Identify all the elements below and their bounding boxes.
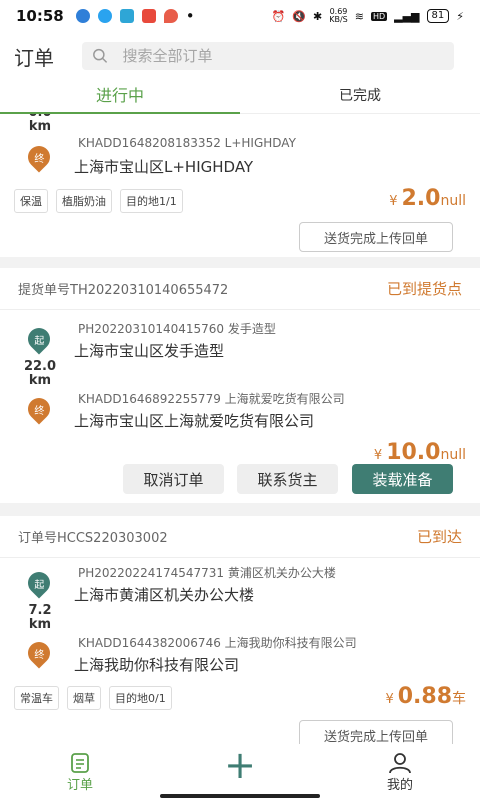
card-header: 提货单号TH20220310140655472 已到提货点 <box>0 268 480 310</box>
tab-in-progress[interactable]: 进行中 <box>0 80 240 114</box>
destination-code: KHADD1648208183352 L+HIGHDAY <box>78 136 296 150</box>
mute-icon: 🔇 <box>292 9 306 23</box>
status-badge: 已到提货点 <box>386 280 462 298</box>
signal-icon: ▂▄▆ <box>394 9 420 23</box>
origin-code: PH20220224174547731 黄浦区机关办公大楼 <box>78 566 336 580</box>
video-icon <box>141 9 156 23</box>
tag: 目的地1/1 <box>120 189 183 213</box>
origin-code: PH20220310140415760 发手造型 <box>78 322 276 336</box>
origin-pin-icon: 起 <box>23 567 55 599</box>
plus-icon: + <box>224 743 256 787</box>
origin-address: 上海市黄浦区机关办公大楼 <box>74 586 255 604</box>
nav-add[interactable]: + <box>160 744 320 800</box>
upload-receipt-button[interactable]: 送货完成上传回单 <box>299 720 453 744</box>
destination-pin-icon: 终 <box>23 637 55 669</box>
search-bar[interactable] <box>82 42 454 70</box>
upload-receipt-button[interactable]: 送货完成上传回单 <box>299 222 453 252</box>
pickup-number: 提货单号TH20220310140655472 <box>18 283 229 298</box>
nav-orders[interactable]: 订单 <box>0 744 160 800</box>
alarm-icon: ⏰ <box>271 9 286 23</box>
order-card[interactable]: 0.0 km 终 KHADD1648208183352 L+HIGHDAY 上海… <box>0 114 480 257</box>
destination-code: KHADD1644382006746 上海我助你科技有限公司 <box>78 636 357 650</box>
card-header: 订单号HCCS220303002 已到达 <box>0 516 480 558</box>
page-title: 订单 <box>14 45 54 70</box>
telegram-icon <box>119 9 134 23</box>
bottom-nav: 订单 + 我的 <box>0 744 480 800</box>
search-input[interactable] <box>122 47 444 65</box>
tag-list: 保温 植脂奶油 目的地1/1 <box>14 189 183 213</box>
charging-icon: ⚡ <box>456 9 464 23</box>
destination-pin-icon: 终 <box>23 393 55 425</box>
tag-list: 常温车 烟草 目的地0/1 <box>14 686 172 710</box>
destination-address: 上海我助你科技有限公司 <box>74 656 240 674</box>
order-list-icon <box>71 752 89 773</box>
wifi-icon: ≋ <box>354 9 364 23</box>
origin-pin-icon: 起 <box>23 323 55 355</box>
nav-mine[interactable]: 我的 <box>320 744 480 800</box>
more-dot: • <box>185 7 195 25</box>
order-list[interactable]: 0.0 km 终 KHADD1648208183352 L+HIGHDAY 上海… <box>0 114 480 744</box>
nav-mine-label: 我的 <box>386 777 413 793</box>
destination-address: 上海市宝山区L+HIGHDAY <box>74 158 254 176</box>
location-icon <box>163 9 178 23</box>
status-bar: 10:58 • ⏰ 🔇 ✱ 0.69 KB/S ≋ HD ▂▄▆ 81 ⚡ <box>0 0 480 32</box>
order-card[interactable]: 订单号HCCS220303002 已到达 起 PH202202241745477… <box>0 516 480 744</box>
notification-icons: • <box>75 7 195 25</box>
tag: 保温 <box>14 189 48 213</box>
header: 订单 <box>0 36 480 76</box>
hd-icon: HD <box>370 11 388 21</box>
bluetooth-icon: ✱ <box>313 9 323 23</box>
distance-label: 0.0 km <box>28 114 52 134</box>
contact-shipper-button[interactable]: 联系货主 <box>237 464 338 494</box>
destination-pin-icon: 终 <box>23 141 55 173</box>
order-tabs: 进行中 已完成 <box>0 80 480 114</box>
home-indicator <box>160 794 320 798</box>
distance-label: 22.0 km <box>23 359 57 388</box>
tab-completed[interactable]: 已完成 <box>240 80 480 113</box>
order-price: ¥2.0null <box>389 186 466 211</box>
status-time: 10:58 <box>16 7 64 25</box>
loading-prep-button[interactable]: 装载准备 <box>352 464 453 494</box>
order-card[interactable]: 提货单号TH20220310140655472 已到提货点 起 PH202203… <box>0 268 480 503</box>
tag: 常温车 <box>14 686 59 710</box>
network-speed: 0.69 KB/S <box>329 7 348 24</box>
search-icon <box>93 48 108 63</box>
user-icon <box>389 752 411 773</box>
destination-address: 上海市宝山区上海就爱吃货有限公司 <box>74 412 315 430</box>
origin-address: 上海市宝山区发手造型 <box>74 342 225 360</box>
tag: 烟草 <box>67 686 101 710</box>
nav-orders-label: 订单 <box>66 777 93 793</box>
tag: 植脂奶油 <box>56 189 112 213</box>
battery-icon: 81 <box>426 9 450 23</box>
tag: 目的地0/1 <box>109 686 172 710</box>
destination-code: KHADD1646892255779 上海就爱吃货有限公司 <box>78 392 345 406</box>
order-price: ¥10.0null <box>373 440 466 465</box>
order-price: ¥0.88车 <box>385 684 466 709</box>
system-icons: ⏰ 🔇 ✱ 0.69 KB/S ≋ HD ▂▄▆ 81 ⚡ <box>272 8 464 24</box>
browser-icon <box>75 9 90 23</box>
qq-icon <box>97 9 112 23</box>
order-number: 订单号HCCS220303002 <box>18 531 168 546</box>
cancel-order-button[interactable]: 取消订单 <box>123 464 224 494</box>
distance-label: 7.2 km <box>28 603 52 632</box>
status-badge: 已到达 <box>416 528 462 546</box>
